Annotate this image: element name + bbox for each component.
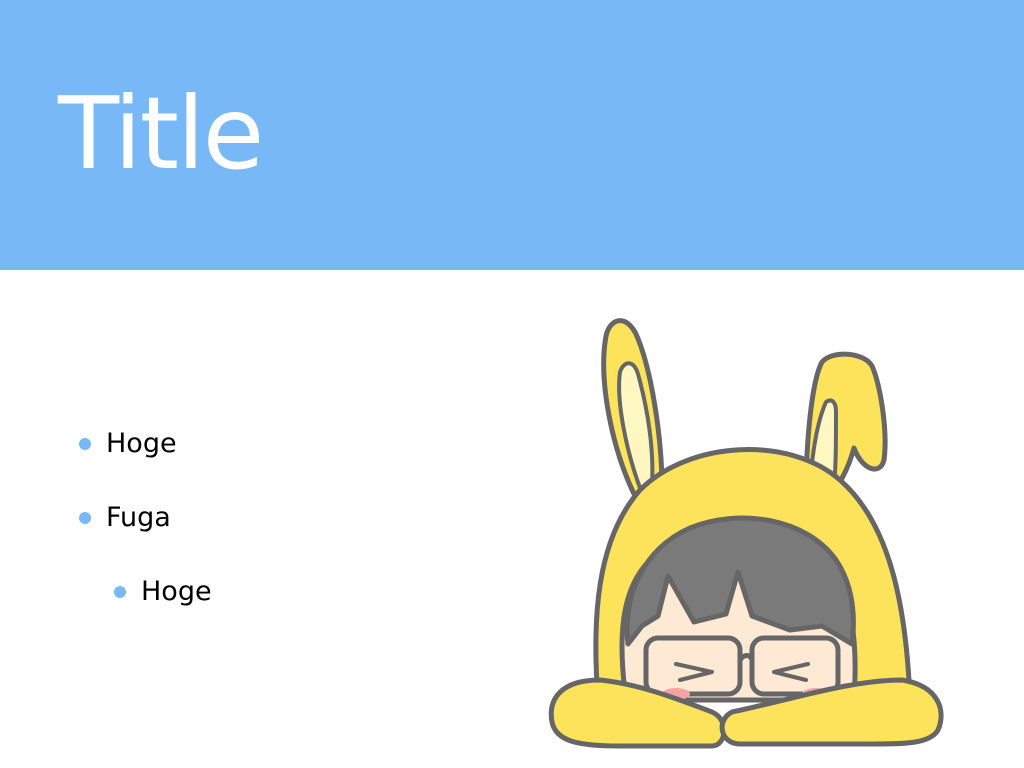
slide-title: Title (58, 75, 264, 192)
bullet-item: Hoge (79, 428, 177, 460)
slide-header: Title (0, 0, 1024, 270)
bullet-text: Hoge (106, 428, 177, 459)
bunny-hood-character-icon (548, 318, 944, 749)
bullet-dot-icon (114, 586, 126, 598)
sub-bullet-item: Hoge (114, 576, 212, 608)
bullet-dot-icon (79, 438, 91, 450)
bullet-item: Fuga (79, 502, 171, 534)
bullet-text: Hoge (141, 576, 212, 607)
bullet-text: Fuga (106, 502, 171, 533)
bullet-dot-icon (79, 512, 91, 524)
